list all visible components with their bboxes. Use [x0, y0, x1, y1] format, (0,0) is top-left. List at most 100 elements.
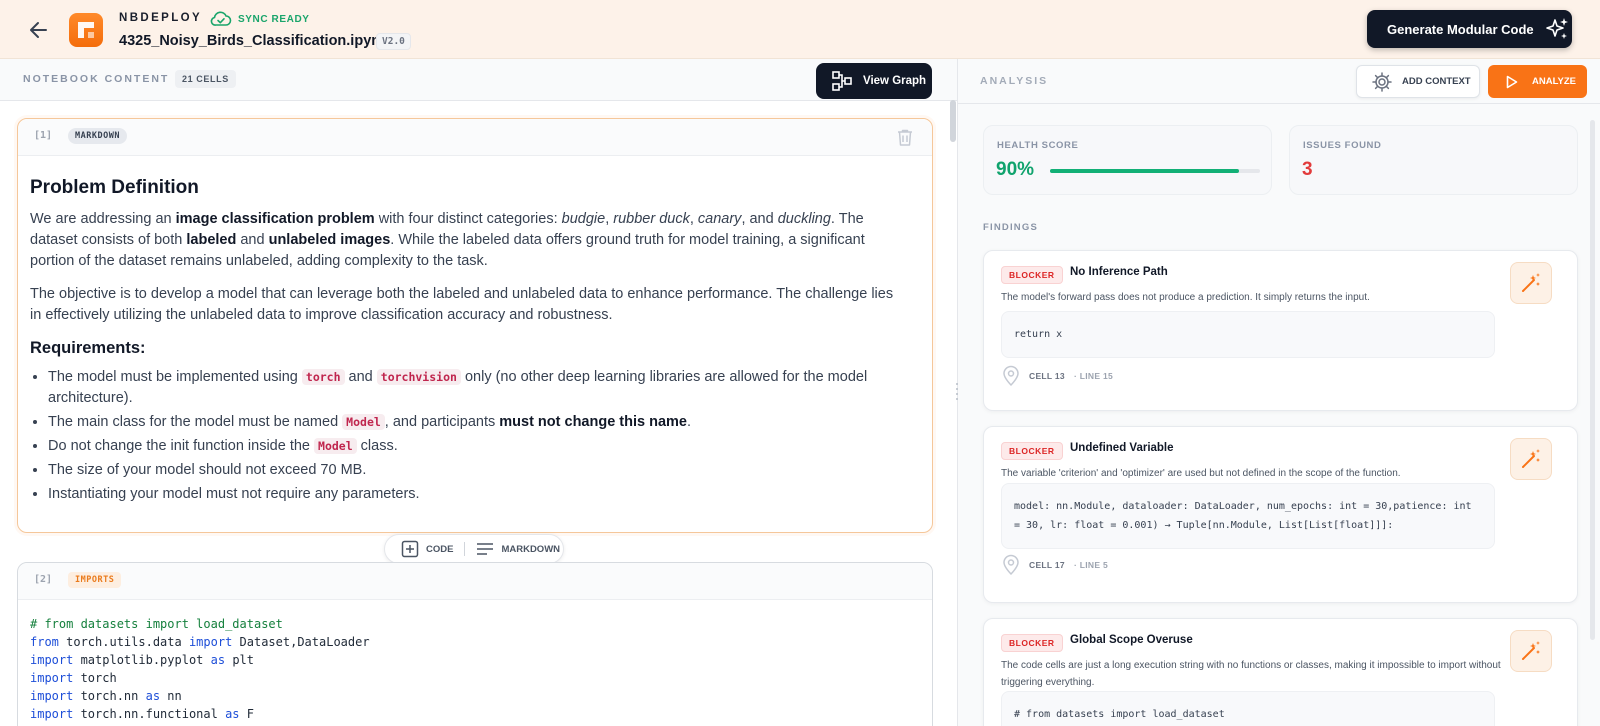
- finding-code-snippet: return x: [1001, 311, 1495, 358]
- magic-wand-icon: [1522, 641, 1540, 660]
- cell-type-tag: MARKDOWN: [68, 128, 127, 144]
- map-pin-icon: [1003, 554, 1019, 576]
- add-cell-bar: CODE MARKDOWN: [384, 534, 564, 564]
- list-item: Instantiating your model must not requir…: [48, 484, 904, 505]
- analysis-scrollbar[interactable]: [1590, 120, 1595, 640]
- location-line: · LINE 5: [1073, 560, 1109, 570]
- notebook-filename: 4325_Noisy_Birds_Classification.ipynb: [119, 33, 389, 49]
- analyze-button[interactable]: ANALYZE: [1488, 65, 1587, 98]
- finding-title: Undefined Variable: [1070, 442, 1174, 454]
- notebook-cell-code[interactable]: [2] IMPORTS # from datasets import load_…: [17, 562, 933, 726]
- version-badge: V2.0: [376, 33, 411, 50]
- finding-description: The variable 'criterion' and 'optimizer'…: [1001, 468, 1401, 479]
- auto-fix-button[interactable]: [1510, 438, 1552, 480]
- notebook-cell-markdown[interactable]: [1] MARKDOWN Problem Definition We are a…: [17, 118, 933, 533]
- text-lines-icon: [477, 543, 494, 555]
- add-markdown-label: MARKDOWN: [501, 543, 561, 555]
- finding-card[interactable]: BLOCKER Global Scope Overuse The code ce…: [983, 618, 1578, 726]
- code-line: import matplotlib.pyplot as plt: [30, 653, 254, 667]
- code-line: # from datasets import load_dataset: [30, 617, 283, 631]
- finding-card[interactable]: BLOCKER No Inference Path The model's fo…: [983, 250, 1578, 411]
- add-markdown-cell-button[interactable]: MARKDOWN: [476, 542, 560, 556]
- severity-badge: BLOCKER: [1001, 266, 1063, 284]
- plus-square-icon: [401, 540, 419, 558]
- location-cell: CELL 17: [1029, 560, 1065, 570]
- generate-label: Generate Modular Code: [1387, 21, 1534, 37]
- finding-description: The code cells are just a long execution…: [1001, 660, 1501, 688]
- analysis-label: ANALYSIS: [980, 75, 1049, 87]
- trash-icon: [898, 129, 912, 146]
- brand-name: NBDEPLOY: [119, 12, 203, 24]
- add-code-cell-button[interactable]: CODE: [401, 540, 453, 558]
- analyze-label: ANALYZE: [1532, 76, 1576, 87]
- markdown-subheading: Requirements:: [30, 339, 146, 357]
- markdown-paragraph: We are addressing an image classificatio…: [30, 211, 865, 269]
- markdown-heading: Problem Definition: [30, 177, 199, 198]
- list-item: The model must be implemented using torc…: [48, 367, 904, 409]
- health-score-value: 90%: [996, 159, 1035, 180]
- add-context-label: ADD CONTEXT: [1402, 76, 1471, 87]
- play-icon: [1506, 75, 1518, 88]
- delete-cell-button[interactable]: [896, 128, 914, 152]
- location-line: · LINE 15: [1073, 371, 1114, 381]
- graph-nodes-icon: [832, 71, 852, 91]
- view-graph-button[interactable]: View Graph: [816, 63, 932, 99]
- list-item: The size of your model should not exceed…: [48, 460, 904, 481]
- auto-fix-button[interactable]: [1510, 630, 1552, 672]
- add-code-label: CODE: [426, 543, 454, 555]
- finding-description: The model's forward pass does not produc…: [1001, 292, 1370, 303]
- findings-label: FINDINGS: [983, 222, 1038, 233]
- health-score-card: HEALTH SCORE 90%: [983, 125, 1272, 195]
- cell-type-tag: IMPORTS: [68, 572, 122, 588]
- severity-badge: BLOCKER: [1001, 634, 1063, 652]
- finding-location[interactable]: CELL 13 · LINE 15: [1002, 365, 1113, 387]
- app-header: NBDEPLOY SYNC READY 4325_Noisy_Birds_Cla…: [0, 0, 1600, 59]
- cell-number: [2]: [34, 574, 53, 585]
- auto-fix-button[interactable]: [1510, 262, 1552, 304]
- cells-count-badge: 21 CELLS: [175, 70, 236, 88]
- markdown-paragraph: The objective is to develop a model that…: [30, 286, 894, 323]
- code-editor[interactable]: # from datasets import load_datasetfrom …: [18, 600, 932, 726]
- magic-wand-icon: [1522, 273, 1540, 292]
- notebook-toolbar: NOTEBOOK CONTENT 21 CELLS View Graph: [0, 59, 957, 101]
- finding-card[interactable]: BLOCKER Undefined Variable The variable …: [983, 426, 1578, 603]
- issues-found-card: ISSUES FOUND 3: [1289, 125, 1578, 195]
- gear-icon: [1372, 71, 1392, 92]
- separator: [464, 542, 466, 556]
- code-line: from torch.utils.data import Dataset,Dat…: [30, 635, 370, 649]
- notebook-scrollbar[interactable]: [950, 100, 956, 142]
- cloud-check-icon: [210, 11, 232, 26]
- code-line: import torch.nn as nn: [30, 689, 182, 703]
- code-line: import torch.nn.functional as F: [30, 707, 254, 721]
- location-cell: CELL 13: [1029, 371, 1065, 381]
- finding-title: No Inference Path: [1070, 266, 1168, 278]
- finding-title: Global Scope Overuse: [1070, 634, 1193, 646]
- back-button[interactable]: [27, 18, 51, 42]
- cell-number: [1]: [34, 130, 53, 141]
- requirements-list: The model must be implemented using torc…: [30, 367, 904, 505]
- list-item: Do not change the init function inside t…: [48, 436, 904, 457]
- finding-location[interactable]: CELL 17 · LINE 5: [1002, 554, 1108, 576]
- sync-status: SYNC READY: [210, 11, 310, 27]
- health-progress-bar: [1050, 169, 1260, 173]
- severity-badge: BLOCKER: [1001, 442, 1063, 460]
- list-item: The main class for the model must be nam…: [48, 412, 904, 433]
- issues-found-label: ISSUES FOUND: [1303, 140, 1382, 151]
- view-graph-label: View Graph: [863, 75, 927, 87]
- magic-wand-icon: [1522, 449, 1540, 468]
- health-score-label: HEALTH SCORE: [997, 140, 1079, 151]
- sync-status-label: SYNC READY: [238, 13, 310, 25]
- health-progress-fill: [1050, 169, 1239, 173]
- add-context-button[interactable]: ADD CONTEXT: [1356, 65, 1480, 98]
- finding-code-snippet: # from datasets import load_dataset: [1001, 691, 1495, 726]
- issues-found-value: 3: [1302, 159, 1313, 180]
- generate-modular-code-button[interactable]: Generate Modular Code: [1367, 10, 1572, 48]
- finding-code-snippet: model: nn.Module, dataloader: DataLoader…: [1001, 483, 1495, 549]
- map-pin-icon: [1003, 365, 1019, 387]
- cell-header: [1] MARKDOWN: [18, 119, 932, 156]
- code-line: import torch: [30, 671, 117, 685]
- notebook-content-label: NOTEBOOK CONTENT: [23, 73, 170, 85]
- cell-header: [2] IMPORTS: [18, 563, 932, 600]
- nbdeploy-logo: [69, 13, 103, 47]
- analysis-toolbar: ANALYSIS ADD CONTEXT ANALYZE: [958, 59, 1600, 104]
